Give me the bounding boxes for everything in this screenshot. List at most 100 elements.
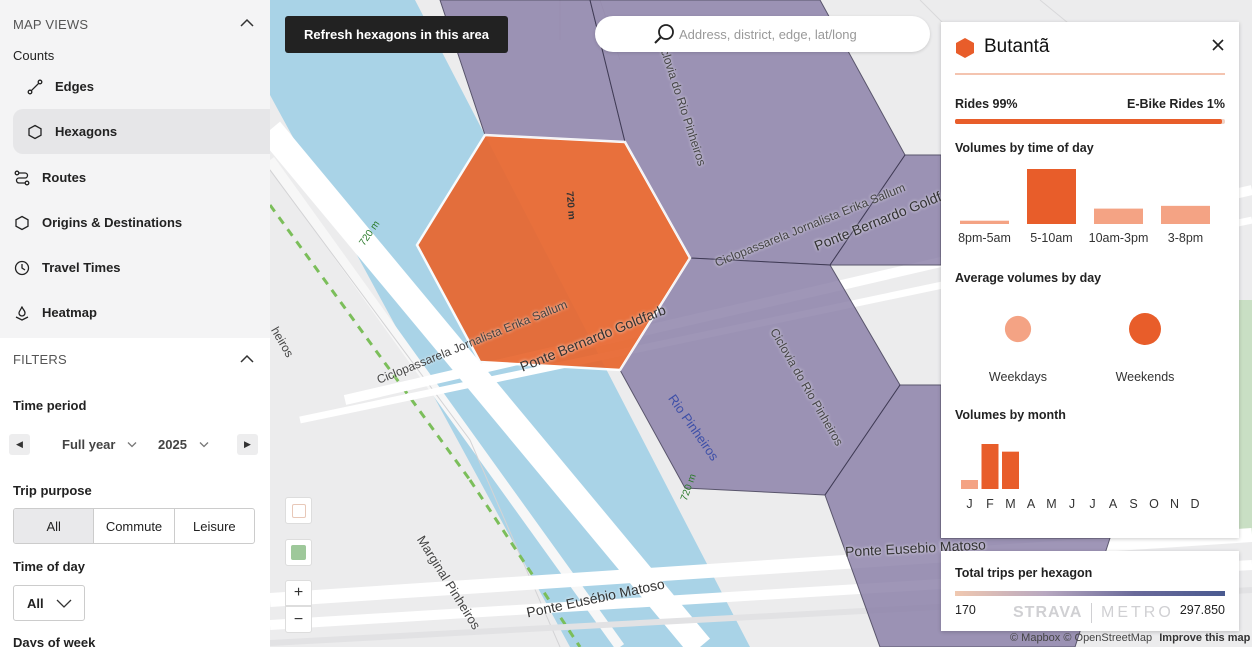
avg-by-day-dot (1129, 313, 1161, 345)
strava-logo: STRAVA (1013, 604, 1083, 621)
sidebar-item-heatmap[interactable]: Heatmap (0, 290, 270, 335)
search-input[interactable]: Address, district, edge, lat/long (595, 16, 930, 52)
time-of-day-bar (1161, 205, 1210, 224)
hexagon-icon (26, 123, 44, 141)
attribution-text[interactable]: © Mapbox © OpenStreetMap (1010, 632, 1152, 644)
improve-map-link[interactable]: Improve this map (1159, 632, 1250, 644)
sidebar: MAP VIEWS Counts Edges Hexagons Routes O… (0, 0, 270, 647)
time-of-day-tick-label: 8pm-5am (958, 231, 1011, 245)
zoom-in-button[interactable]: + (285, 580, 312, 606)
trip-purpose-all[interactable]: All (14, 509, 94, 543)
layers-toggle-button[interactable] (285, 497, 312, 524)
layers-icon (291, 503, 306, 518)
sidebar-item-edges[interactable]: Edges (0, 64, 270, 109)
time-of-day-tick-label: 5-10am (1030, 231, 1072, 245)
hexagon-detail-panel: Butantã Rides 99% E-Bike Rides 1% Volume… (941, 22, 1239, 538)
trip-purpose-commute[interactable]: Commute (93, 509, 173, 543)
chevron-down-icon (199, 442, 209, 448)
filters-heading: FILTERS (13, 352, 67, 367)
period-value: Full year (62, 437, 116, 452)
month-tick-label: M (1046, 497, 1056, 511)
trip-purpose-label: Trip purpose (13, 483, 92, 498)
trip-purpose-leisure[interactable]: Leisure (173, 509, 254, 543)
sidebar-item-label: Hexagons (55, 124, 118, 139)
month-tick-label: S (1129, 497, 1137, 511)
next-period-button[interactable]: ▶ (237, 434, 258, 455)
time-of-day-value: All (27, 595, 44, 611)
time-of-day-tick-label: 10am-3pm (1089, 231, 1149, 245)
month-bar (961, 480, 978, 489)
sidebar-item-label: Origins & Destinations (42, 215, 183, 230)
chevron-down-icon (56, 599, 72, 608)
sidebar-item-label: Travel Times (42, 260, 121, 275)
scroll-divider (955, 73, 1225, 75)
time-of-day-select[interactable]: All (13, 585, 85, 621)
time-of-day-bar (1094, 208, 1143, 224)
close-icon[interactable] (1211, 38, 1225, 52)
rides-share-bar (955, 119, 1225, 124)
zoom-out-button[interactable]: − (285, 606, 312, 633)
avg-by-day-dot (1004, 315, 1032, 343)
chevron-up-icon[interactable] (240, 18, 254, 28)
caret-right-icon: ▶ (244, 439, 251, 449)
chevron-up-icon[interactable] (240, 354, 254, 364)
hexagon-icon (956, 38, 974, 58)
rides-label: Rides 99% (955, 97, 1018, 111)
map-views-heading: MAP VIEWS (13, 17, 89, 32)
month-tick-label: O (1149, 497, 1159, 511)
avg-by-day-chart: Weekdays Weekends (989, 313, 1175, 384)
month-bar (1002, 451, 1019, 489)
routes-icon (13, 169, 31, 187)
refresh-hexagons-button[interactable]: Refresh hexagons in this area (285, 16, 508, 53)
caret-left-icon: ◀ (16, 439, 23, 449)
month-bar (981, 444, 999, 489)
chevron-down-icon (128, 442, 137, 448)
month-tick-label: A (1027, 497, 1036, 511)
legend-panel: Total trips per hexagon 170 STRAVA METRO… (941, 551, 1239, 631)
satellite-toggle-button[interactable] (285, 539, 312, 566)
hexagon-icon (13, 214, 31, 232)
time-of-day-chart-title: Volumes by time of day (955, 141, 1094, 155)
counts-label: Counts (13, 48, 55, 63)
period-select[interactable]: Full year (62, 437, 137, 452)
year-select[interactable]: 2025 (158, 437, 209, 452)
legend-min: 170 (955, 603, 976, 617)
month-tick-label: A (1109, 497, 1118, 511)
month-tick-label: F (986, 497, 994, 511)
map-attribution: © Mapbox © OpenStreetMap Improve this ma… (1010, 632, 1250, 644)
sidebar-item-hexagons[interactable]: Hexagons (13, 109, 270, 154)
sidebar-item-travel-times[interactable]: Travel Times (0, 245, 270, 290)
sidebar-item-label: Routes (42, 170, 87, 185)
sidebar-item-label: Heatmap (42, 305, 97, 320)
time-of-day-label: Time of day (13, 559, 86, 574)
sidebar-item-origins-destinations[interactable]: Origins & Destinations (0, 200, 270, 245)
previous-period-button[interactable]: ◀ (9, 434, 30, 455)
panel-title: Butantã (984, 36, 1050, 57)
trip-purpose-segmented-control: All Commute Leisure (13, 508, 255, 544)
park-area (1238, 300, 1252, 540)
month-tick-label: J (966, 497, 972, 511)
month-tick-label: M (1005, 497, 1015, 511)
metro-logo: METRO (1101, 604, 1174, 621)
legend-gradient (955, 591, 1225, 596)
sidebar-item-routes[interactable]: Routes (0, 155, 270, 200)
ebike-rides-label: E-Bike Rides 1% (1127, 97, 1225, 111)
time-of-day-bar (960, 220, 1009, 224)
search-placeholder: Address, district, edge, lat/long (679, 26, 857, 42)
time-of-day-chart: 8pm-5am 5-10am 10am-3pm 3-8pm (958, 169, 1210, 245)
avg-by-day-label: Weekends (1116, 370, 1175, 384)
avg-by-day-label: Weekdays (989, 370, 1047, 384)
year-value: 2025 (158, 437, 187, 452)
edges-icon (26, 78, 44, 96)
heatmap-icon (13, 304, 31, 322)
legend-max: 297.850 (1179, 603, 1225, 617)
time-of-day-bar (1027, 169, 1076, 224)
by-month-chart: JFMAMJJASOND (961, 444, 1200, 511)
search-icon (654, 24, 674, 44)
time-period-label: Time period (13, 398, 87, 413)
rides-share-fill (955, 119, 1223, 124)
time-of-day-tick-label: 3-8pm (1168, 231, 1203, 245)
month-tick-label: J (1069, 497, 1075, 511)
clock-icon (13, 259, 31, 277)
month-tick-label: J (1089, 497, 1095, 511)
